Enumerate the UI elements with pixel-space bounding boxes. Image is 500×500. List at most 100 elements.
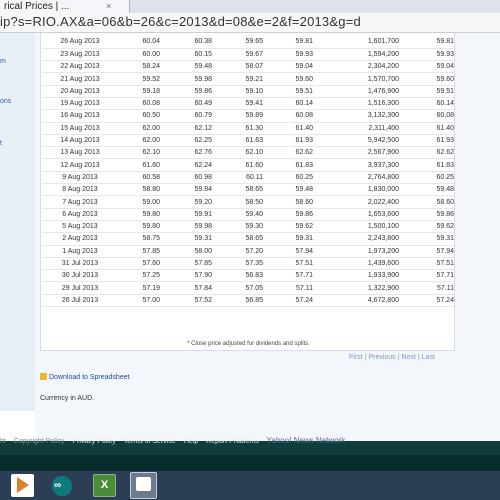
tab-title: rical Prices | ... xyxy=(4,1,70,12)
adj-close-cell: 59.48 xyxy=(399,183,454,197)
adj-close-cell: 59.31 xyxy=(399,232,454,246)
open-cell: 59.00 xyxy=(118,195,160,209)
low-cell: 59.40 xyxy=(212,208,263,221)
low-cell: 56.83 xyxy=(212,269,263,283)
excel-icon[interactable]: X xyxy=(93,474,116,497)
adj-close-cell: 59.04 xyxy=(399,60,454,74)
address-bar[interactable]: ip?s=RIO.AX&a=06&b=26&c=2013&d=08&e=2&f=… xyxy=(0,13,500,33)
high-cell: 59.20 xyxy=(160,195,212,209)
date-cell: 6 Aug 2013 xyxy=(42,208,118,221)
close-cell: 57.94 xyxy=(263,245,313,258)
table-row: 12 Aug 2013 61.60 62.24 61.60 61.83 3,937,300… xyxy=(42,158,454,172)
table-row: 8 Aug 2013 58.80 59.84 58.65 59.48 1,830,000 5… xyxy=(42,183,454,197)
browser-tab[interactable]: rical Prices | ... × xyxy=(0,0,130,13)
volume-cell: 1,973,200 xyxy=(313,245,399,258)
high-cell: 59.98 xyxy=(160,220,212,234)
close-cell: 57.51 xyxy=(263,257,313,271)
adj-close-cell: 60.14 xyxy=(399,97,454,111)
open-cell: 59.80 xyxy=(118,220,160,234)
table-row: 7 Aug 2013 59.00 59.20 58.50 58.60 2,022,400 5… xyxy=(42,195,454,209)
date-cell: 26 Aug 2013 xyxy=(42,36,118,49)
sidebar-item-3[interactable]: t xyxy=(0,140,2,147)
footer-link-help[interactable]: Help xyxy=(184,438,198,445)
footer-link-privacy[interactable]: Privacy Policy xyxy=(72,438,116,445)
close-cell: 57.11 xyxy=(263,281,313,295)
date-cell: 16 Aug 2013 xyxy=(42,109,118,123)
close-cell: 59.62 xyxy=(263,220,313,234)
high-cell: 62.12 xyxy=(160,122,212,135)
adj-close-cell: 57.24 xyxy=(399,294,454,308)
low-cell: 59.41 xyxy=(212,97,263,111)
close-cell: 62.62 xyxy=(263,146,313,160)
date-cell: 13 Aug 2013 xyxy=(42,146,118,160)
volume-cell: 4,672,800 xyxy=(313,294,399,308)
table-row: 19 Aug 2013 60.08 60.49 59.41 60.14 1,516,300… xyxy=(42,97,454,111)
low-cell: 59.10 xyxy=(212,85,263,98)
close-tab-icon[interactable]: × xyxy=(106,0,111,13)
low-cell: 60.11 xyxy=(212,171,263,185)
close-cell: 59.93 xyxy=(263,48,313,62)
sidebar-item-1[interactable]: m xyxy=(0,58,6,65)
open-cell: 57.19 xyxy=(118,281,160,295)
low-cell: 57.20 xyxy=(212,245,263,258)
close-cell: 61.93 xyxy=(263,134,313,148)
close-cell: 59.31 xyxy=(263,232,313,246)
volume-cell: 2,764,800 xyxy=(313,171,399,185)
low-cell: 59.67 xyxy=(212,48,263,62)
adj-close-cell: 61.93 xyxy=(399,134,454,148)
low-cell: 59.89 xyxy=(212,109,263,123)
table-row: 14 Aug 2013 62.00 62.25 61.63 61.93 5,942,500… xyxy=(42,134,454,148)
volume-cell: 1,653,600 xyxy=(313,208,399,221)
download-spreadsheet-link[interactable]: Download to Spreadsheet xyxy=(40,373,130,381)
taskbar xyxy=(0,471,500,500)
historical-prices-table: 26 Aug 2013 60.04 60.38 59.65 59.81 1,601,700… xyxy=(42,36,454,308)
close-cell: 60.25 xyxy=(263,171,313,185)
table-row: 15 Aug 2013 62.00 62.12 61.30 61.40 2,311,400… xyxy=(42,122,454,135)
adj-close-cell: 59.62 xyxy=(399,220,454,234)
volume-cell: 1,830,000 xyxy=(313,183,399,197)
volume-cell: 1,439,600 xyxy=(313,257,399,271)
date-cell: 30 Jul 2013 xyxy=(42,269,118,283)
sidebar-item-2[interactable]: ons xyxy=(0,98,11,105)
adj-close-cell: 59.60 xyxy=(399,72,454,86)
volume-cell: 1,476,900 xyxy=(313,85,399,98)
date-cell: 15 Aug 2013 xyxy=(42,122,118,135)
footnote: * Close price adjusted for dividends and… xyxy=(187,341,310,347)
high-cell: 59.31 xyxy=(160,232,212,246)
low-cell: 61.63 xyxy=(212,134,263,148)
high-cell: 62.76 xyxy=(160,146,212,160)
footer-fragment: ht xyxy=(0,438,6,445)
open-cell: 62.00 xyxy=(118,134,160,148)
adj-close-cell: 61.83 xyxy=(399,158,454,172)
footer-link-copyright[interactable]: Copyright Policy xyxy=(14,438,65,445)
high-cell: 59.48 xyxy=(160,60,212,74)
url-text[interactable]: ip?s=RIO.AX&a=06&b=26&c=2013&d=08&e=2&f=… xyxy=(0,14,361,29)
footer-link-report[interactable]: Report Problems xyxy=(206,438,259,445)
high-cell: 62.24 xyxy=(160,158,212,172)
volume-cell: 1,601,700 xyxy=(313,36,399,49)
open-cell: 60.00 xyxy=(118,48,160,62)
first-link[interactable]: First xyxy=(349,354,363,361)
adj-close-cell: 59.51 xyxy=(399,85,454,98)
play-icon xyxy=(17,477,29,493)
high-cell: 62.25 xyxy=(160,134,212,148)
last-link[interactable]: Last xyxy=(422,354,435,361)
next-link[interactable]: Next xyxy=(402,354,416,361)
close-cell: 59.51 xyxy=(263,85,313,98)
date-cell: 8 Aug 2013 xyxy=(42,183,118,197)
open-cell: 60.08 xyxy=(118,97,160,111)
table-row: 1 Aug 2013 57.85 58.00 57.20 57.94 1,973,200 5… xyxy=(42,245,454,258)
table-row: 9 Aug 2013 60.58 60.98 60.11 60.25 2,764,800 6… xyxy=(42,171,454,185)
date-cell: 29 Jul 2013 xyxy=(42,281,118,295)
low-cell: 58.07 xyxy=(212,60,263,74)
close-cell: 58.60 xyxy=(263,195,313,209)
footer-link-terms[interactable]: Terms of Service xyxy=(124,438,176,445)
low-cell: 58.65 xyxy=(212,183,263,197)
close-cell: 61.83 xyxy=(263,158,313,172)
adj-close-cell: 59.86 xyxy=(399,208,454,221)
footer-network[interactable]: Yahoo! News Network xyxy=(267,436,346,445)
open-cell: 62.00 xyxy=(118,122,160,135)
open-cell: 57.00 xyxy=(118,294,160,308)
table-row: 13 Aug 2013 62.10 62.76 62.10 62.62 2,567,900… xyxy=(42,146,454,160)
previous-link[interactable]: Previous xyxy=(368,354,395,361)
